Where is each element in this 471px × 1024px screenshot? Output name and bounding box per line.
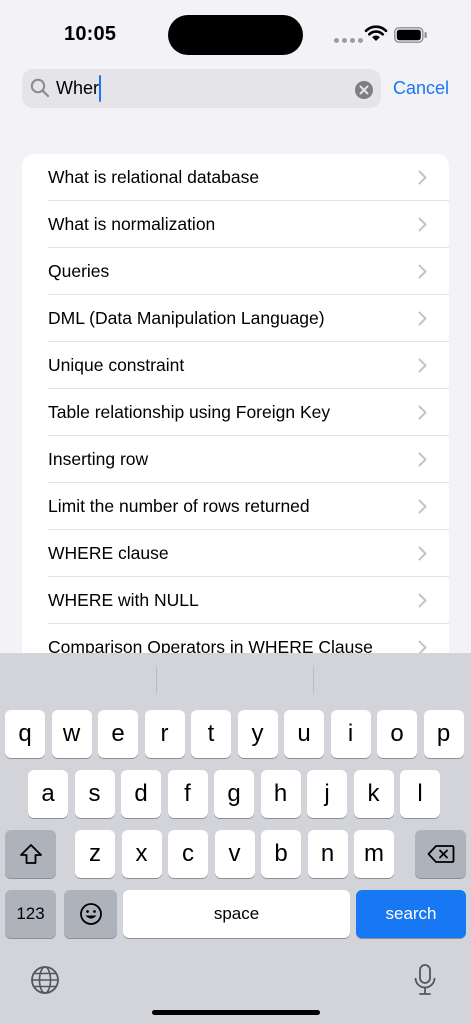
key-n[interactable]: n	[307, 830, 348, 878]
chevron-right-icon	[418, 546, 427, 561]
chevron-right-icon	[418, 452, 427, 467]
backspace-icon	[427, 845, 454, 863]
list-item-label: WHERE clause	[48, 543, 169, 563]
list-item[interactable]: What is normalization	[22, 201, 449, 248]
key-h[interactable]: h	[260, 770, 301, 818]
key-l[interactable]: l	[400, 770, 440, 818]
key-r[interactable]: r	[144, 710, 185, 758]
list-item[interactable]: WHERE with NULL	[22, 577, 449, 624]
key-t[interactable]: t	[191, 710, 231, 758]
list-item-label: DML (Data Manipulation Language)	[48, 308, 325, 328]
chevron-right-icon	[418, 358, 427, 373]
clear-search-icon[interactable]	[354, 80, 374, 100]
list-item[interactable]: What is relational database	[22, 154, 449, 201]
key-x[interactable]: x	[121, 830, 162, 878]
search-key[interactable]: search	[356, 890, 466, 938]
key-a[interactable]: a	[28, 770, 68, 818]
key-d[interactable]: d	[121, 770, 161, 818]
shift-icon	[19, 844, 42, 864]
search-results-list: What is relational database What is norma…	[22, 154, 449, 653]
chevron-right-icon	[418, 311, 427, 326]
key-q[interactable]: q	[5, 710, 45, 758]
space-key[interactable]: space	[123, 890, 350, 938]
key-j[interactable]: j	[307, 770, 347, 818]
list-item[interactable]: WHERE clause	[22, 530, 449, 577]
key-i[interactable]: i	[330, 710, 371, 758]
battery-icon	[394, 27, 427, 43]
chevron-right-icon	[418, 217, 427, 232]
chevron-right-icon	[418, 405, 427, 420]
key-w[interactable]: w	[51, 710, 92, 758]
list-item[interactable]: Queries	[22, 248, 449, 295]
key-o[interactable]: o	[377, 710, 417, 758]
list-item-label: Inserting row	[48, 449, 149, 469]
text-cursor	[99, 75, 101, 102]
list-item-label: Limit the number of rows returned	[48, 496, 310, 516]
key-c[interactable]: c	[168, 830, 208, 878]
emoji-icon	[79, 903, 102, 925]
dynamic-island	[168, 15, 303, 55]
list-item[interactable]: DML (Data Manipulation Language)	[22, 295, 449, 342]
chevron-right-icon	[418, 264, 427, 279]
list-item[interactable]: Table relationship using Foreign Key	[22, 389, 449, 436]
search-icon	[30, 78, 50, 98]
globe-icon[interactable]	[30, 965, 60, 995]
wifi-icon	[364, 25, 388, 41]
numbers-key[interactable]: 123	[5, 890, 56, 938]
list-item-label: WHERE with NULL	[48, 590, 199, 610]
cancel-button[interactable]: Cancel	[393, 78, 449, 99]
status-time: 10:05	[64, 23, 117, 45]
microphone-icon[interactable]	[413, 963, 437, 997]
list-item[interactable]: Comparison Operators in WHERE Clause	[22, 624, 449, 653]
status-bar: 10:05	[0, 0, 471, 64]
list-item[interactable]: Inserting row	[22, 436, 449, 483]
key-u[interactable]: u	[284, 710, 324, 758]
list-item[interactable]: Unique constraint	[22, 342, 449, 389]
chevron-right-icon	[418, 170, 427, 185]
chevron-right-icon	[418, 640, 427, 653]
key-g[interactable]: g	[214, 770, 254, 818]
list-item-label: Comparison Operators in WHERE Clause	[48, 637, 373, 653]
home-indicator	[152, 1010, 320, 1015]
key-z[interactable]: z	[75, 830, 115, 878]
key-e[interactable]: e	[98, 710, 138, 758]
list-item-label: Table relationship using Foreign Key	[48, 402, 331, 422]
list-item-label: What is normalization	[48, 214, 216, 234]
search-bar[interactable]	[22, 69, 381, 108]
suggestion-divider	[313, 667, 314, 693]
key-y[interactable]: y	[237, 710, 278, 758]
suggestion-divider	[156, 667, 157, 693]
key-m[interactable]: m	[354, 830, 394, 878]
chevron-right-icon	[418, 593, 427, 608]
emoji-key[interactable]	[64, 890, 117, 938]
key-s[interactable]: s	[74, 770, 115, 818]
key-k[interactable]: k	[353, 770, 394, 818]
key-f[interactable]: f	[167, 770, 208, 818]
key-p[interactable]: p	[423, 710, 464, 758]
list-item-label: What is relational database	[48, 167, 260, 187]
list-item-label: Unique constraint	[48, 355, 185, 375]
delete-key[interactable]	[415, 830, 466, 878]
key-v[interactable]: v	[214, 830, 255, 878]
keyboard: 123 space search qwertyuiop asdfghjkl zxcv…	[0, 653, 471, 1024]
shift-key[interactable]	[5, 830, 56, 878]
cellular-signal-icon	[334, 38, 363, 43]
list-item[interactable]: Limit the number of rows returned	[22, 483, 449, 530]
key-b[interactable]: b	[261, 830, 301, 878]
list-item-label: Queries	[48, 261, 110, 281]
chevron-right-icon	[418, 499, 427, 514]
